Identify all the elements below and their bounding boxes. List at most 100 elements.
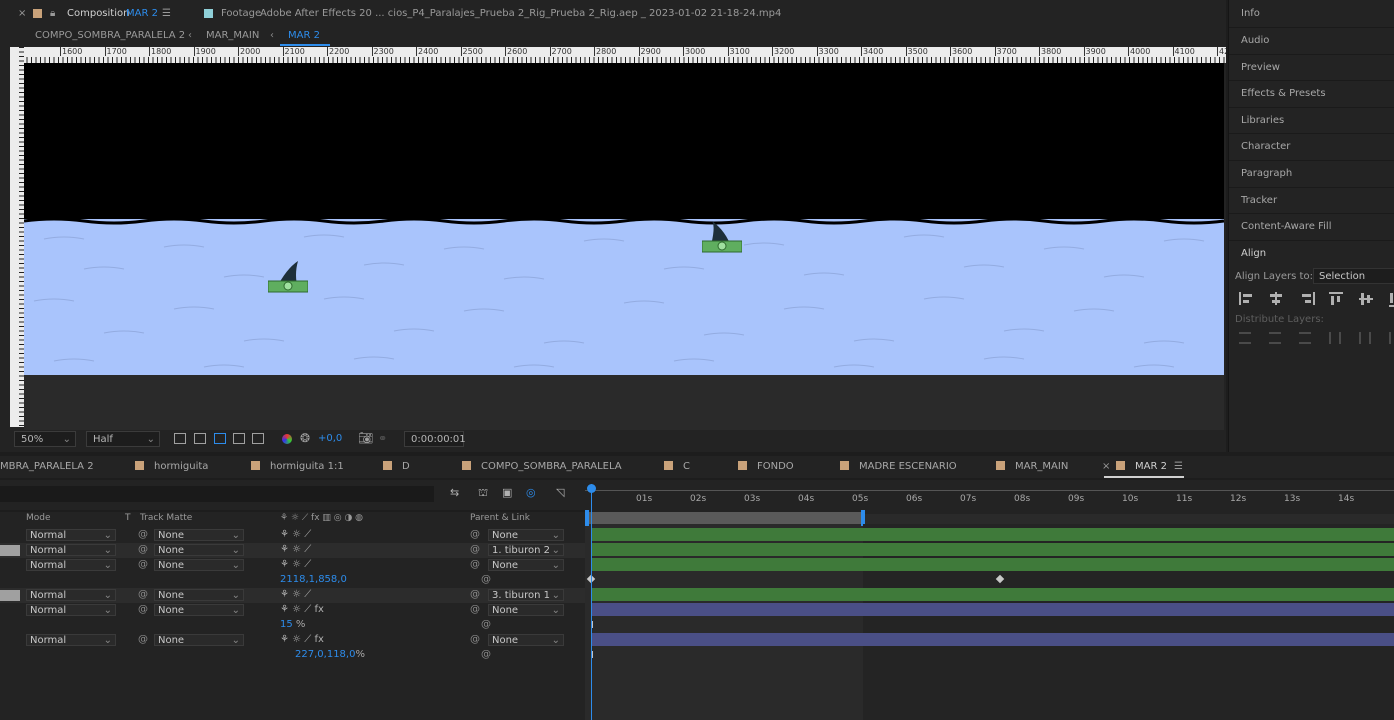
pickwhip-icon[interactable]: @: [470, 559, 480, 570]
layer-switches-icons[interactable]: ⚘ ☼ ⟋: [280, 559, 311, 570]
show-snapshot-icon[interactable]: ⚭: [378, 432, 387, 445]
pickwhip-icon[interactable]: @: [470, 604, 480, 615]
scale-x-value[interactable]: 227,0: [295, 649, 324, 660]
layer-switches-icons[interactable]: ⚘ ☼ ⟋ fx: [280, 634, 324, 645]
panel-content-aware-fill[interactable]: Content-Aware Fill: [1241, 221, 1331, 232]
panel-menu-icon[interactable]: ☰: [162, 8, 171, 19]
transparency-grid-icon[interactable]: [194, 433, 206, 444]
camera-icon[interactable]: 📷︎: [358, 431, 373, 445]
close-tab-icon[interactable]: ×: [18, 8, 26, 19]
exposure-value[interactable]: +0,0: [318, 433, 342, 444]
panel-preview[interactable]: Preview: [1241, 62, 1280, 73]
distribute-vertical-center-icon[interactable]: [1269, 332, 1281, 344]
tab-timeline[interactable]: hormiguita 1:1: [251, 461, 344, 472]
pickwhip-icon[interactable]: @: [481, 619, 491, 630]
current-time-field[interactable]: 0:00:00:01: [404, 431, 466, 447]
property-row[interactable]: 15 % @: [0, 618, 585, 633]
tab-timeline[interactable]: MBRA_PARALELA 2: [0, 461, 94, 472]
scale-y-value[interactable]: 118,0: [327, 649, 356, 660]
motion-blur-icon[interactable]: ◎: [526, 486, 536, 499]
mask-visibility-icon[interactable]: [214, 433, 226, 444]
panel-paragraph[interactable]: Paragraph: [1241, 168, 1292, 179]
work-area-bar[interactable]: [586, 512, 864, 524]
distribute-right-icon[interactable]: [1389, 332, 1394, 344]
layer-row[interactable]: Normal ⌄ @ None ⌄ ⚘ ☼ ⟋ fx @ None ⌄: [0, 633, 585, 648]
layer-switches-icons[interactable]: ⚘ ☼ ⟋ fx: [280, 604, 324, 615]
ruler-vertical[interactable]: [10, 47, 24, 427]
layer-bar[interactable]: [591, 603, 1394, 616]
property-row[interactable]: 2118,1,858,0 @: [0, 573, 585, 588]
panel-menu-icon[interactable]: ☰: [1174, 461, 1183, 472]
panel-info[interactable]: Info: [1241, 8, 1260, 19]
track-matte-select[interactable]: None ⌄: [154, 634, 244, 646]
layer-row[interactable]: Normal ⌄ @ None ⌄ ⚘ ☼ ⟋ @ None ⌄: [0, 558, 585, 573]
tab-timeline[interactable]: COMPO_SOMBRA_PARALELA: [462, 461, 622, 472]
position-value[interactable]: 2118,1,858,0: [280, 574, 347, 585]
playhead-line[interactable]: [591, 484, 592, 720]
channel-icon[interactable]: [282, 434, 292, 444]
track-matte-select[interactable]: None ⌄: [154, 559, 244, 571]
tab-timeline[interactable]: hormiguita: [135, 461, 208, 472]
parent-select[interactable]: None ⌄: [488, 529, 564, 541]
close-tab-icon[interactable]: ×: [1102, 461, 1110, 472]
label-color-icon[interactable]: [0, 590, 20, 601]
layer-row[interactable]: Normal ⌄ @ None ⌄ ⚘ ☼ ⟋ @ 3. tiburon 1 ⌄: [0, 588, 585, 603]
distribute-left-icon[interactable]: [1329, 332, 1341, 344]
layer-row[interactable]: Normal ⌄ @ None ⌄ ⚘ ☼ ⟋ fx @ None ⌄: [0, 603, 585, 618]
position-y-value[interactable]: 858,0: [318, 574, 347, 585]
layer-bar[interactable]: [591, 543, 1394, 556]
layer-row[interactable]: Normal ⌄ @ None ⌄ ⚘ ☼ ⟋ @ 1. tiburon 2 ⌄: [0, 543, 585, 558]
pickwhip-icon[interactable]: @: [481, 649, 491, 660]
shark-fin-icon[interactable]: [702, 221, 742, 257]
align-left-icon[interactable]: [1239, 292, 1255, 305]
position-x-value[interactable]: 2118,1: [280, 574, 315, 585]
region-of-interest-icon[interactable]: [233, 433, 245, 444]
panel-audio[interactable]: Audio: [1241, 35, 1269, 46]
layer-switches-icons[interactable]: ⚘ ☼ ⟋: [280, 529, 311, 540]
breadcrumb-item-active[interactable]: MAR 2: [288, 30, 320, 41]
property-row[interactable]: 227,0,118,0% @: [0, 648, 585, 663]
mode-select[interactable]: Normal ⌄: [26, 529, 116, 541]
tab-timeline[interactable]: D: [383, 461, 410, 472]
panel-character[interactable]: Character: [1241, 141, 1290, 152]
pickwhip-icon[interactable]: @: [470, 544, 480, 555]
tab-timeline[interactable]: MADRE ESCENARIO: [840, 461, 957, 472]
parent-select[interactable]: None ⌄: [488, 604, 564, 616]
mode-select[interactable]: Normal ⌄: [26, 589, 116, 601]
parent-select[interactable]: None ⌄: [488, 634, 564, 646]
grid-guides-icon[interactable]: [252, 433, 264, 444]
zoom-select[interactable]: 50% ⌄: [14, 431, 76, 447]
fast-previews-icon[interactable]: [174, 433, 186, 444]
breadcrumb-item[interactable]: MAR_MAIN: [206, 30, 259, 41]
layer-switches-icons[interactable]: ⚘ ☼ ⟋: [280, 544, 311, 555]
track-matte-select[interactable]: None ⌄: [154, 589, 244, 601]
align-top-icon[interactable]: [1329, 292, 1343, 307]
pickwhip-icon[interactable]: @: [470, 589, 480, 600]
panel-align[interactable]: Align: [1241, 248, 1266, 259]
align-right-icon[interactable]: [1299, 292, 1315, 305]
playhead-handle[interactable]: [587, 484, 596, 493]
mode-select[interactable]: Normal ⌄: [26, 634, 116, 646]
align-vertical-center-icon[interactable]: [1359, 292, 1373, 305]
align-horizontal-center-icon[interactable]: [1269, 292, 1283, 305]
tab-timeline[interactable]: C: [664, 461, 690, 472]
distribute-horizontal-center-icon[interactable]: [1359, 332, 1371, 344]
tab-timeline[interactable]: FONDO: [738, 461, 794, 472]
layer-bar[interactable]: [591, 588, 1394, 601]
lock-icon[interactable]: 🔒︎: [50, 8, 55, 19]
composition-viewer[interactable]: [24, 63, 1224, 375]
pickwhip-icon[interactable]: @: [481, 574, 491, 585]
parent-select[interactable]: 3. tiburon 1 ⌄: [488, 589, 564, 601]
parent-select[interactable]: 1. tiburon 2 ⌄: [488, 544, 564, 556]
mode-select[interactable]: Normal ⌄: [26, 559, 116, 571]
shy-layers-icon[interactable]: ⛫: [478, 486, 488, 501]
layer-bar[interactable]: [591, 633, 1394, 646]
composition-flowchart-icon[interactable]: ⇆: [450, 486, 459, 499]
breadcrumb-item[interactable]: COMPO_SOMBRA_PARALELA 2: [35, 30, 185, 41]
graph-editor-icon[interactable]: ◹: [556, 486, 564, 499]
opacity-number[interactable]: 15: [280, 619, 293, 630]
exposure-icon[interactable]: ❂: [300, 431, 310, 445]
track-matte-select[interactable]: None ⌄: [154, 544, 244, 556]
distribute-bottom-icon[interactable]: [1299, 332, 1311, 344]
tab-timeline-active[interactable]: MAR 2: [1116, 461, 1167, 472]
